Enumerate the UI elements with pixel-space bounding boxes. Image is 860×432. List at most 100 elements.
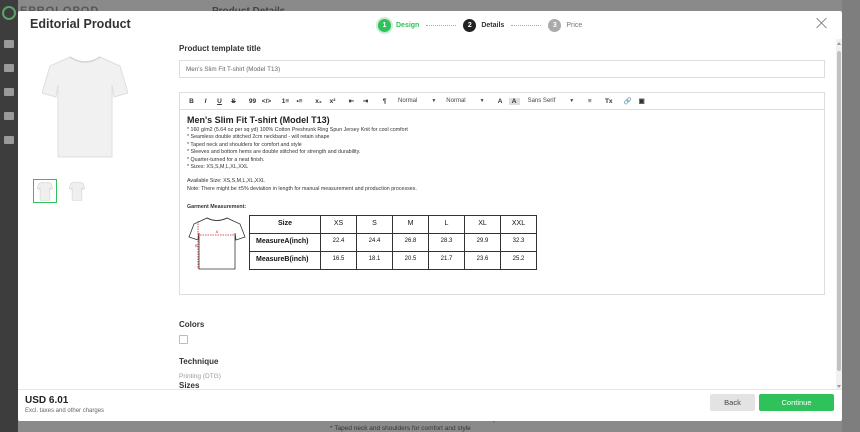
table-cell: 23.6 (464, 250, 501, 270)
chevron-down-icon: ▼ (431, 98, 437, 104)
text-color-button[interactable]: A (495, 98, 506, 105)
tshirt-thumb-icon (68, 181, 86, 201)
description-line: * Quarter-turned for a neat finish. (187, 156, 265, 163)
back-button[interactable]: Back (710, 394, 755, 411)
description-heading: Men's Slim Fit T-shirt (Model T13) (187, 115, 330, 125)
logo-icon (2, 6, 16, 20)
modal-header: Editorial Product 1 Design 2 Details 3 P… (18, 11, 842, 39)
step-design[interactable]: 1 Design (378, 18, 419, 32)
measurement-block: A B Size XS S M L XL XXL MeasureA(inch) … (187, 214, 817, 271)
table-row: Size XS S M L XL XXL (249, 214, 537, 234)
clear-format-button[interactable]: Tx (603, 98, 614, 105)
scroll-thumb[interactable] (837, 51, 841, 371)
table-cell: 28.3 (428, 232, 465, 252)
stepper: 1 Design 2 Details 3 Price (378, 17, 582, 33)
technique-value: Printing (DTG) (179, 373, 221, 380)
table-cell: 21.7 (428, 250, 465, 270)
table-header-cell: XL (464, 214, 501, 234)
subscript-button[interactable]: x₂ (313, 98, 324, 105)
sidebar-icon (4, 112, 14, 120)
background-color-button[interactable]: A (508, 97, 520, 105)
table-row: MeasureA(inch) 22.4 24.4 26.8 28.3 29.9 … (249, 232, 537, 252)
table-header-cell: L (428, 214, 465, 234)
header-select[interactable]: Normal ▼ (398, 98, 436, 104)
editor-toolbar: B I U S 99 </> 1≡ •≡ x₂ x² ⇤ ⇥ ¶ Normal ▼… (180, 93, 824, 110)
description-editor: B I U S 99 </> 1≡ •≡ x₂ x² ⇤ ⇥ ¶ Normal ▼… (179, 92, 825, 295)
code-block-button[interactable]: </> (261, 98, 272, 105)
table-cell: MeasureA(inch) (249, 232, 321, 252)
font-select[interactable]: Sans Serif ▼ (528, 98, 575, 104)
link-icon[interactable]: 🔗 (622, 97, 633, 105)
ordered-list-button[interactable]: 1≡ (280, 98, 291, 105)
table-cell: 26.8 (392, 232, 429, 252)
italic-button[interactable]: I (200, 98, 211, 105)
scroll-up-icon[interactable] (837, 42, 841, 45)
superscript-button[interactable]: x² (327, 98, 338, 105)
product-form: Product template title B I U S 99 </> 1≡… (179, 39, 827, 389)
sidebar-icon (4, 40, 14, 48)
size-select-value: Normal (446, 98, 466, 104)
step-label: Price (566, 21, 583, 29)
table-cell: 22.4 (320, 232, 357, 252)
description-line: * Sleeves and bottom hems are double sti… (187, 149, 361, 156)
description-line: * Sizes: XS,S,M,L,XL,XXL (187, 164, 249, 171)
table-header-cell: Size (249, 214, 321, 234)
table-cell: 20.5 (392, 250, 429, 270)
table-header-cell: S (356, 214, 393, 234)
strike-button[interactable]: S (228, 98, 239, 105)
modal-scrollbar[interactable] (836, 39, 842, 391)
step-number: 3 (548, 18, 562, 32)
technique-label: Technique (179, 357, 219, 366)
align-button[interactable]: ≡ (584, 98, 595, 105)
step-connector (426, 24, 457, 26)
continue-button[interactable]: Continue (759, 394, 834, 411)
blockquote-button[interactable]: 99 (247, 98, 258, 105)
svg-text:A: A (216, 229, 219, 234)
table-cell: 25.2 (500, 250, 537, 270)
bold-button[interactable]: B (186, 98, 197, 105)
description-line: * Seamless double stitched 2cm neckband … (187, 134, 330, 141)
sidebar-icon (4, 136, 14, 144)
sidebar-icon (4, 88, 14, 96)
table-cell: 29.9 (464, 232, 501, 252)
underline-button[interactable]: U (214, 98, 225, 105)
table-header-cell: M (392, 214, 429, 234)
outdent-button[interactable]: ⇤ (346, 97, 357, 105)
step-connector (511, 24, 542, 26)
garment-measurement-label: Garment Measurement: (187, 204, 247, 211)
text-direction-button[interactable]: ¶ (379, 98, 390, 105)
image-icon[interactable]: ▣ (636, 97, 647, 105)
bullet-list-button[interactable]: •≡ (294, 98, 305, 105)
background-text: * Taped neck and shoulders for comfort a… (330, 425, 471, 432)
table-cell: 24.4 (356, 232, 393, 252)
svg-text:B: B (195, 243, 198, 248)
thumbnail-back[interactable] (65, 179, 89, 203)
step-number: 1 (378, 18, 391, 32)
thumbnail-front[interactable] (33, 179, 57, 203)
background-sidebar (0, 0, 18, 432)
scroll-down-icon[interactable] (837, 385, 841, 388)
editor-content[interactable]: Men's Slim Fit T-shirt (Model T13) * 160… (180, 110, 824, 276)
size-select[interactable]: Normal ▼ (446, 98, 484, 104)
available-size-line: Available Size: XS,S,M,L,XL,XXL (187, 178, 265, 185)
note-line: Note: There might be ±5% deviation in le… (187, 185, 417, 192)
close-icon[interactable] (816, 17, 828, 29)
chevron-down-icon: ▼ (479, 98, 485, 104)
step-price[interactable]: 3 Price (548, 18, 583, 32)
editorial-product-modal: Editorial Product 1 Design 2 Details 3 P… (18, 11, 842, 421)
description-line: * Taped neck and shoulders for comfort a… (187, 141, 302, 148)
table-header-cell: XXL (500, 214, 537, 234)
table-cell: 16.5 (320, 250, 357, 270)
table-row: MeasureB(inch) 16.5 18.1 20.5 21.7 23.6 … (249, 250, 537, 270)
step-details[interactable]: 2 Details (463, 18, 504, 32)
colors-label: Colors (179, 320, 205, 329)
thumbnail-list (33, 179, 89, 203)
indent-button[interactable]: ⇥ (360, 97, 371, 105)
step-number: 2 (463, 18, 477, 32)
template-title-label: Product template title (179, 44, 261, 53)
tshirt-preview-image (42, 56, 128, 158)
template-title-input[interactable] (179, 60, 825, 78)
color-checkbox[interactable] (179, 335, 188, 344)
description-line: * 160 g/m2 (5.64 oz per sq yd) 100% Cott… (187, 127, 408, 133)
